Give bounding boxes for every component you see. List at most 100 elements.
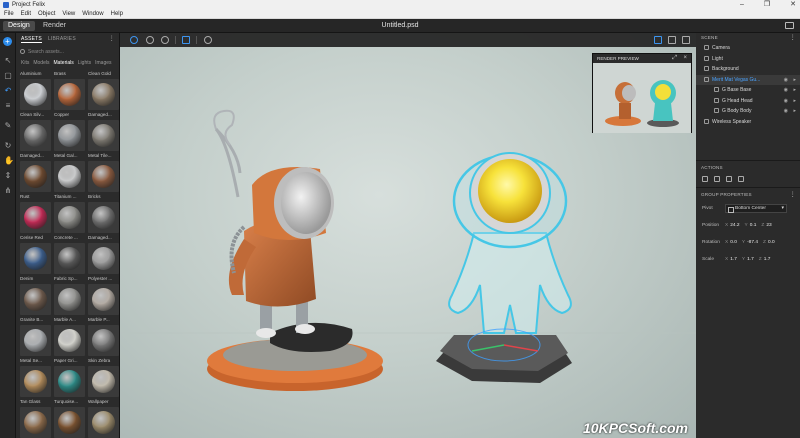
material-item[interactable]: Polyester ... (88, 243, 119, 284)
visibility-icon[interactable]: ◉ (784, 75, 788, 86)
astronaut-model[interactable] (207, 109, 383, 391)
menu-view[interactable]: View (62, 11, 75, 17)
rotation-y-field[interactable]: -87.4 (747, 240, 758, 245)
scene-item[interactable]: Background (696, 64, 800, 75)
download-icon[interactable] (726, 176, 732, 182)
filter-models[interactable]: Models (33, 60, 49, 66)
material-item[interactable]: Metal Gal... (54, 120, 85, 161)
material-item[interactable]: Turquoise... (54, 366, 85, 407)
frame-tool-icon[interactable]: ▢ (4, 72, 12, 80)
zoom-icon[interactable]: ⇕ (4, 172, 12, 180)
rotation-z-field[interactable]: 0.0 (768, 240, 775, 245)
visibility-icon[interactable]: ◉ (784, 96, 788, 107)
material-item[interactable]: Brass (54, 69, 85, 79)
folder-icon[interactable] (714, 176, 720, 182)
scene-item[interactable]: Merit Mat Vegas Gu... ◉ ▸ (696, 74, 800, 86)
orbit-mode-icon[interactable] (146, 36, 154, 44)
maximize-button[interactable]: ❐ (764, 0, 770, 10)
material-item[interactable]: Tan Glass (20, 366, 51, 407)
expand-icon[interactable]: ⤢ (672, 54, 677, 63)
visibility-icon[interactable]: ◉ (784, 106, 788, 117)
material-item[interactable]: Damaged... (20, 120, 51, 161)
undo-tool-icon[interactable]: ↶ (4, 87, 12, 95)
fit-view-icon[interactable] (668, 36, 676, 44)
scene-item[interactable]: Light (696, 54, 800, 65)
filter-kits[interactable]: Kits (21, 60, 29, 66)
tab-libraries[interactable]: LIBRARIES (48, 36, 76, 42)
menu-help[interactable]: Help (111, 11, 123, 17)
scale-x-field[interactable]: 1.7 (730, 257, 737, 262)
material-item[interactable] (88, 407, 119, 438)
menu-object[interactable]: Object (38, 11, 55, 17)
scene-menu-icon[interactable]: ⋮ (790, 33, 796, 43)
fullscreen-icon[interactable] (682, 36, 690, 44)
scene-item[interactable]: G Body Body ◉ ▸ (696, 106, 800, 117)
hierarchy-icon[interactable]: ⋔ (4, 187, 12, 195)
menu-edit[interactable]: Edit (21, 11, 31, 17)
material-item[interactable]: Damaged... (88, 79, 119, 120)
properties-menu-icon[interactable]: ⋮ (790, 190, 796, 200)
close-button[interactable]: ✕ (790, 0, 796, 10)
scale-y-field[interactable]: 1.7 (747, 257, 754, 262)
eyedropper-icon[interactable]: ✎ (4, 122, 12, 130)
material-item[interactable]: Metal Se... (20, 325, 51, 366)
info-icon[interactable] (204, 36, 212, 44)
material-item[interactable]: Bricks (88, 161, 119, 202)
material-item[interactable]: Clean Silv... (20, 79, 51, 120)
material-item[interactable]: Titanium ... (54, 161, 85, 202)
scene-item[interactable]: G Head Head ◉ ▸ (696, 96, 800, 107)
material-item[interactable]: Copper (54, 79, 85, 120)
add-icon[interactable]: + (3, 37, 12, 46)
wireless-speaker-model[interactable] (436, 152, 572, 383)
pan-icon[interactable]: ✋ (4, 157, 14, 165)
menu-window[interactable]: Window (82, 11, 103, 17)
select-mode-icon[interactable] (130, 36, 138, 44)
expand-arrow-icon[interactable]: ▸ (793, 96, 796, 107)
material-item[interactable]: Metal Tile... (88, 120, 119, 161)
minimize-button[interactable]: – (740, 0, 744, 10)
position-x-field[interactable]: 24.2 (730, 223, 739, 228)
feedback-icon[interactable] (785, 22, 794, 29)
position-z-field[interactable]: 23 (766, 223, 771, 228)
material-item[interactable] (20, 407, 51, 438)
material-item[interactable]: Rust (20, 161, 51, 202)
panel-menu-icon[interactable]: ⋮ (109, 35, 115, 42)
search-input[interactable]: Search assets... (20, 47, 115, 56)
visibility-icon[interactable]: ◉ (784, 85, 788, 96)
delete-icon[interactable] (702, 176, 708, 182)
material-item[interactable]: Granite B... (20, 284, 51, 325)
filter-materials[interactable]: Materials (53, 60, 73, 66)
3d-viewport[interactable]: RENDER PREVIEW ⤢ × 10KPCSoft.com (120, 33, 696, 438)
filter-lights[interactable]: Lights (78, 60, 91, 66)
material-item[interactable] (54, 407, 85, 438)
scene-item[interactable]: Wireless Speaker (696, 117, 800, 128)
expand-arrow-icon[interactable]: ▸ (793, 85, 796, 96)
material-item[interactable]: Damaged... (88, 202, 119, 243)
rotation-x-field[interactable]: 0.0 (730, 240, 737, 245)
select-tool-icon[interactable]: ↖ (4, 57, 12, 65)
tab-design[interactable]: Design (3, 21, 35, 31)
position-y-field[interactable]: 0.1 (750, 223, 757, 228)
material-item[interactable]: Denim (20, 243, 51, 284)
snap-icon[interactable] (182, 36, 190, 44)
material-item[interactable]: Marble A... (54, 284, 85, 325)
scale-z-field[interactable]: 1.7 (764, 257, 771, 262)
material-item[interactable]: Skin Zebra (88, 325, 119, 366)
filter-images[interactable]: Images (95, 60, 111, 66)
material-item[interactable]: Cerise Red (20, 202, 51, 243)
camera-view-icon[interactable] (654, 36, 662, 44)
orbit-icon[interactable]: ↻ (4, 142, 12, 150)
material-item[interactable]: Aluminium (20, 69, 51, 79)
scene-item[interactable]: Camera (696, 43, 800, 54)
expand-arrow-icon[interactable]: ▸ (793, 75, 796, 86)
menu-file[interactable]: File (4, 11, 14, 17)
eyedropper-action-icon[interactable] (738, 176, 744, 182)
material-item[interactable]: Wallpaper (88, 366, 119, 407)
material-item[interactable]: Fabric Sp... (54, 243, 85, 284)
material-item[interactable]: Paper Gri... (54, 325, 85, 366)
scene-item[interactable]: G Base Base ◉ ▸ (696, 85, 800, 96)
pan-mode-icon[interactable] (161, 36, 169, 44)
material-item[interactable]: Marble P... (88, 284, 119, 325)
align-tool-icon[interactable]: ≡ (4, 102, 12, 110)
tab-render[interactable]: Render (38, 21, 71, 31)
